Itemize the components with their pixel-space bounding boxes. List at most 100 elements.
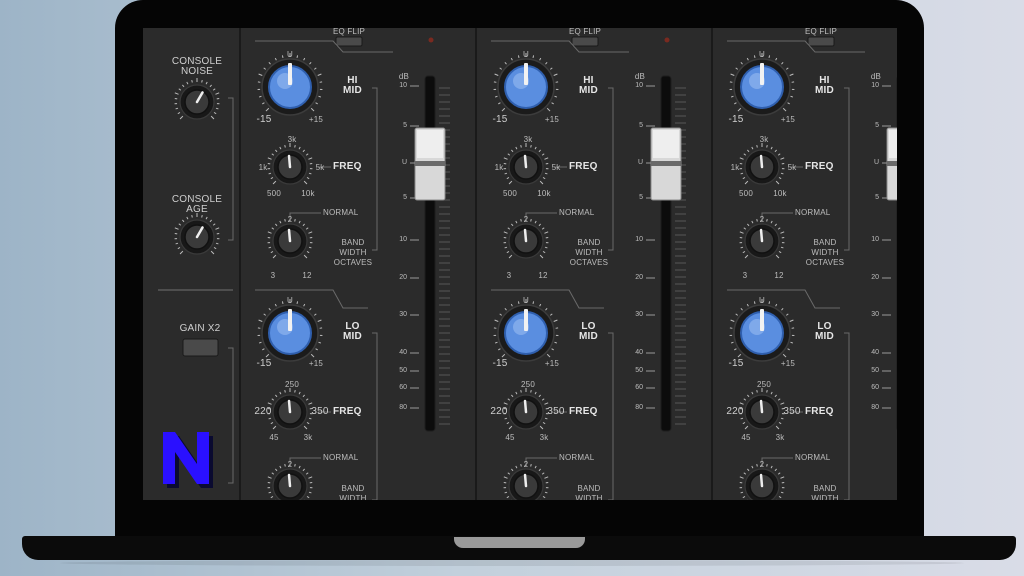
ch3-lo-normal-line <box>761 457 793 465</box>
ch1-fader-scale-label: 40 <box>399 349 407 356</box>
ch1-lo-bw-top: 2 <box>287 460 293 469</box>
ch1-lo-mid-label: LO MID <box>343 321 362 342</box>
ch2-lo-freq-left: 220 <box>490 406 508 417</box>
ch1-lo-normal-label: NORMAL <box>323 453 359 462</box>
ch1-lo-gain-center: U <box>287 296 293 305</box>
ch1-eq-flip-button[interactable] <box>335 36 363 47</box>
ch2-hi-freq-left: 1k <box>494 163 504 172</box>
ch2-fader-handle-line <box>651 161 681 166</box>
ch1-fader-scale-label: 20 <box>399 274 407 281</box>
ch2-lo-bracket <box>608 332 614 500</box>
ch3-lo-gain-min: -15 <box>728 358 744 369</box>
ch1-fader-scale-label: 5 <box>403 122 407 129</box>
ch2-hi-bw-low: 3 <box>506 271 512 280</box>
ch1-lo-freq-left: 220 <box>254 406 272 417</box>
ch2-fader-scale-label: 10 <box>635 236 643 243</box>
ch2-lo-normal-line <box>525 457 557 465</box>
ch2-hi-gain-center: U <box>523 50 529 59</box>
ch1-fader-scale-label: 50 <box>399 367 407 374</box>
ch2-fader-scale-label: 20 <box>635 274 643 281</box>
ch3-hi-gain-max: +15 <box>780 115 796 124</box>
ch2-hi-gain-max: +15 <box>544 115 560 124</box>
gain-x2-label: GAIN X2 <box>179 323 221 334</box>
ch3-hi-normal-line <box>761 212 793 220</box>
ch1-section-line <box>255 289 368 309</box>
console-noise-label: CONSOLE NOISE <box>171 56 223 77</box>
ch3-fader-scale-label: 10 <box>871 82 879 89</box>
ch1-fader-scale-label: 5 <box>403 194 407 201</box>
ch3-lo-bandwidth-label: BAND WIDTH OCTAVES <box>811 484 839 500</box>
ch1-lo-freq-high: 3k <box>303 433 313 442</box>
console-age-label: CONSOLE AGE <box>171 194 223 215</box>
ch3-eq-flip-button[interactable] <box>807 36 835 47</box>
ch3-fader-scale-label: 5 <box>875 194 879 201</box>
ch3-hi-freq-left: 1k <box>730 163 740 172</box>
ch1-lo-gain-max: +15 <box>308 359 324 368</box>
ch2-fader-scale-label: 5 <box>639 122 643 129</box>
ch2-fader-scale-label: 60 <box>635 384 643 391</box>
ch1-hi-gain-center: U <box>287 50 293 59</box>
ch3-hi-freq-label: FREQ <box>805 161 834 172</box>
ch2-hi-bw-high: 12 <box>538 271 548 280</box>
ch2-lo-freq-label: FREQ <box>569 406 598 417</box>
ch2-eq-flip-label: EQ FLIP <box>568 28 602 36</box>
ch2-lo-freq-knob-pointer <box>523 399 528 414</box>
ch3-fader-scale-label: 20 <box>871 274 879 281</box>
ch1-lo-bandwidth-label: BAND WIDTH OCTAVES <box>339 484 367 500</box>
ch3-lo-gain-max: +15 <box>780 359 796 368</box>
ch3-hi-normal-label: NORMAL <box>795 208 831 217</box>
ch2-fader-scale-label: 5 <box>639 194 643 201</box>
ch1-fader-scale-label: 60 <box>399 384 407 391</box>
ch3-lo-freq-top: 250 <box>757 380 771 389</box>
ch3-lo-bw-top: 2 <box>759 460 765 469</box>
ch2-fader-scale-label: 40 <box>635 349 643 356</box>
ch3-hi-bw-low: 3 <box>742 271 748 280</box>
gain-x2-button[interactable] <box>182 338 219 357</box>
ch1-hi-freq-right: 5k <box>315 163 325 172</box>
ch1-lo-freq-right: 350 <box>311 406 329 417</box>
ch3-hi-gain-min: -15 <box>728 114 744 125</box>
ch1-lo-freq-top: 250 <box>285 380 299 389</box>
ch1-fader-handle-line <box>415 161 445 166</box>
ch3-hi-gain-center: U <box>759 50 765 59</box>
ch2-fader-scale-label: 30 <box>635 311 643 318</box>
ch2-hi-freq-right: 5k <box>551 163 561 172</box>
laptop-shadow <box>60 560 964 566</box>
ch2-hi-normal-label: NORMAL <box>559 208 595 217</box>
ch3-fader-scale-label: U <box>873 159 879 166</box>
ch3-hi-freq-top: 3k <box>759 135 769 144</box>
ch2-hi-freq-high: 10k <box>537 189 551 198</box>
ch3-lo-freq-label: FREQ <box>805 406 834 417</box>
n-logo <box>163 432 213 488</box>
ch1-fader-handle-top <box>417 130 443 158</box>
ch1-led <box>428 37 434 43</box>
ch1-lo-bracket <box>372 332 378 500</box>
ch3-fader-scale-label: 60 <box>871 384 879 391</box>
left-panel-bracket <box>228 97 234 241</box>
ch2-eq-flip-button[interactable] <box>571 36 599 47</box>
ch3-lo-bracket <box>844 332 850 500</box>
ch1-fader-scale-label: 80 <box>399 404 407 411</box>
ch3-lo-mid-label: LO MID <box>815 321 834 342</box>
ch2-lo-freq-top: 250 <box>521 380 535 389</box>
ch2-hi-bracket <box>608 87 614 251</box>
ch3-fader-scale-label: 30 <box>871 311 879 318</box>
ch1-hi-normal-line <box>289 212 321 220</box>
ch3-fader-scale-label: 40 <box>871 349 879 356</box>
ch2-hi-bandwidth-label: BAND WIDTH OCTAVES <box>569 238 609 267</box>
plugin-screen: CONSOLE NOISE CONSOLE AGE GAIN X2 EQ FLIP U -… <box>143 28 897 500</box>
ch3-lo-bw-knob-pointer <box>759 473 764 488</box>
ch2-hi-mid-gain-knob-pointer <box>524 63 528 85</box>
ch2-hi-normal-line <box>525 212 557 220</box>
ch1-fader-scale-label: 30 <box>399 311 407 318</box>
ch2-hi-gain-min: -15 <box>492 114 508 125</box>
ch2-hi-freq-top: 3k <box>523 135 533 144</box>
ch3-lo-mid-gain-knob-pointer <box>760 309 764 331</box>
ch1-header-line <box>255 40 393 53</box>
ch2-lo-bw-knob-pointer <box>523 473 528 488</box>
ch1-lo-freq-low: 45 <box>269 433 279 442</box>
ch1-hi-freq-label: FREQ <box>333 161 362 172</box>
ch1-hi-bw-top: 2 <box>287 215 293 224</box>
ch3-lo-freq-low: 45 <box>741 433 751 442</box>
ch3-hi-bandwidth-label: BAND WIDTH OCTAVES <box>805 238 845 267</box>
